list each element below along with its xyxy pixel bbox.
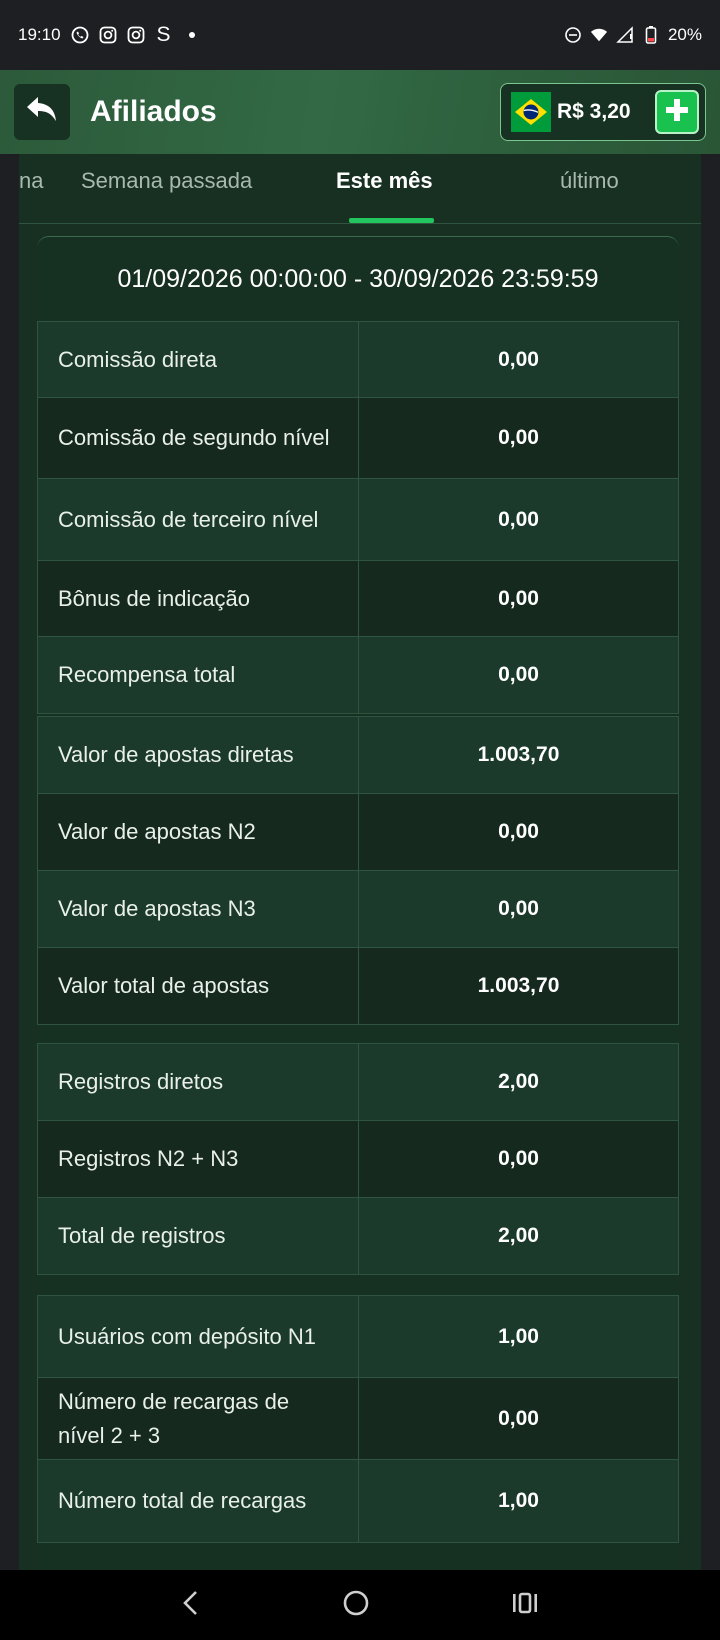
row-value: 0,00 [498,426,539,449]
battery-percent: 20% [667,25,702,44]
row-label: Recompensa total [38,637,359,713]
page-title: Afiliados [90,95,217,128]
balance-widget[interactable]: R$ 3,20 [500,83,706,141]
row-value: 0,00 [498,507,539,531]
table-row: Total de registros 2,00 [38,1198,678,1274]
tab-ultimo[interactable]: último [560,168,619,194]
status-time: 19:10 [18,25,61,44]
dot-icon [183,26,201,44]
table-row: Valor total de apostas 1.003,70 [38,948,678,1024]
active-tab-indicator [349,218,434,223]
plus-icon [664,97,690,128]
table-row: Comissão de terceiro nível 0,00 [38,479,678,561]
bets-table: Valor de apostas diretas 1.003,70 Valor … [37,716,679,1025]
row-value: 1.003,70 [477,974,560,997]
row-label: Valor de apostas diretas [38,717,359,793]
balance-amount: R$ 3,20 [557,100,631,123]
row-value: 1.003,70 [477,743,560,766]
status-bar: 19:10 S 20% [0,0,720,70]
tab-este-mes[interactable]: Este mês [336,168,433,194]
row-label: Bônus de indicação [38,561,359,636]
back-arrow-icon [25,95,59,130]
table-row: Número total de recargas 1,00 [38,1460,678,1542]
table-row: Comissão direta 0,00 [38,322,678,398]
row-label: Comissão direta [38,322,359,397]
row-label: Comissão de segundo nível [38,398,359,478]
row-value: 0,00 [498,347,539,371]
table-row: Usuários com depósito N1 1,00 [38,1296,678,1378]
instagram-icon [127,26,145,44]
whatsapp-icon [71,26,89,44]
row-value: 1,00 [498,1324,539,1348]
row-label: Registros N2 + N3 [38,1121,359,1197]
table-row: Registros N2 + N3 0,00 [38,1121,678,1198]
row-value: 0,00 [498,897,539,920]
table-row: Bônus de indicação 0,00 [38,561,678,637]
table-row: Comissão de segundo nível 0,00 [38,398,678,479]
deposits-table: Usuários com depósito N1 1,00 Número de … [37,1295,679,1543]
row-value: 0,00 [498,1406,539,1430]
table-row: Valor de apostas N3 0,00 [38,871,678,948]
commission-table: Comissão direta 0,00 Comissão de segundo… [37,321,679,714]
row-value: 0,00 [498,663,539,686]
signal-icon [616,26,634,44]
table-row: Valor de apostas N2 0,00 [38,794,678,871]
row-value: 0,00 [498,1147,539,1170]
row-value: 1,00 [498,1489,539,1512]
deposit-button[interactable] [655,90,699,134]
row-label: Total de registros [38,1198,359,1274]
period-tabs: na Semana passada Este mês último [19,154,701,224]
tab-semana-passada[interactable]: Semana passada [81,168,252,194]
date-range: 01/09/2026 00:00:00 - 30/09/2026 23:59:5… [117,265,599,293]
nav-home-icon[interactable] [342,1589,370,1622]
row-value: 0,00 [498,820,539,843]
row-value: 2,00 [498,1224,539,1247]
table-row: Recompensa total 0,00 [38,637,678,713]
row-label: Número de recargas de nível 2 + 3 [38,1378,359,1459]
row-label: Registros diretos [38,1044,359,1120]
table-row: Valor de apostas diretas 1.003,70 [38,717,678,794]
affiliates-panel: na Semana passada Este mês último 01/09/… [19,154,701,1570]
row-label: Comissão de terceiro nível [38,479,359,560]
nav-recents-icon[interactable] [511,1591,539,1620]
tab-semana-partial[interactable]: na [19,168,43,194]
row-label: Número total de recargas [38,1460,359,1542]
table-row: Registros diretos 2,00 [38,1044,678,1121]
do-not-disturb-icon [564,26,582,44]
status-left: 19:10 S [18,23,201,46]
row-value: 2,00 [498,1070,539,1093]
row-value: 0,00 [498,586,539,610]
back-button[interactable] [14,84,70,140]
row-label: Usuários com depósito N1 [38,1296,359,1377]
table-row: Número de recargas de nível 2 + 3 0,00 [38,1378,678,1460]
row-label: Valor de apostas N3 [38,871,359,947]
status-right: 20% [564,25,702,45]
row-label: Valor total de apostas [38,948,359,1024]
nav-back-icon[interactable] [181,1590,201,1621]
app-header: Afiliados R$ 3,20 [0,70,720,154]
brazil-flag-icon [511,92,551,132]
system-nav-bar [0,1570,720,1640]
s-app-icon: S [156,23,171,46]
battery-icon [642,26,660,44]
wifi-icon [590,26,608,44]
instagram-icon [99,26,117,44]
stats-card: 01/09/2026 00:00:00 - 30/09/2026 23:59:5… [37,236,679,1570]
registrations-table: Registros diretos 2,00 Registros N2 + N3… [37,1043,679,1275]
row-label: Valor de apostas N2 [38,794,359,870]
